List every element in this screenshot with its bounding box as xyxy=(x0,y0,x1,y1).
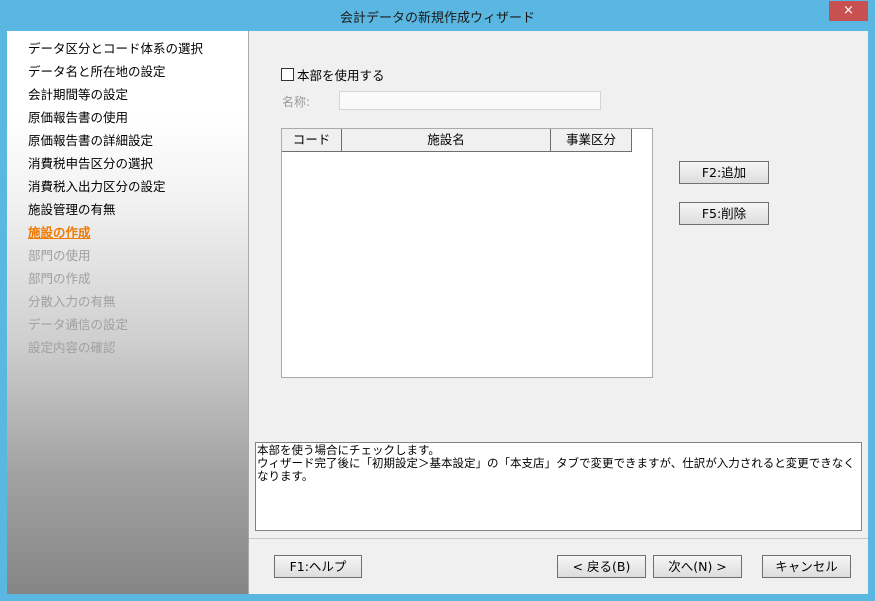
step-item: 消費税入出力区分の設定 xyxy=(28,179,166,194)
wizard-main-panel: 本部を使用する 名称: コード 施設名 事業区分 F2:追加 F5:削除 本部を… xyxy=(249,31,868,594)
cancel-button[interactable]: キャンセル xyxy=(762,555,851,578)
step-item: 部門の作成 xyxy=(28,271,91,286)
step-item: データ通信の設定 xyxy=(28,317,129,332)
step-item: データ区分とコード体系の選択 xyxy=(28,41,204,56)
close-icon: × xyxy=(843,3,854,18)
step-item: 部門の使用 xyxy=(28,248,91,263)
wizard-client-area: データ区分とコード体系の選択 データ名と所在地の設定 会計期間等の設定 原価報告書の使… xyxy=(7,31,868,594)
name-label: 名称: xyxy=(282,95,311,109)
next-button[interactable]: 次へ(N) > xyxy=(653,555,742,578)
step-item: 分散入力の有無 xyxy=(28,294,116,309)
help-description-box: 本部を使う場合にチェックします。 ウィザード完了後に「初期設定＞基本設定」の「本… xyxy=(255,442,862,531)
close-button[interactable]: × xyxy=(829,1,868,21)
checkbox-box[interactable] xyxy=(281,67,294,81)
delete-button[interactable]: F5:削除 xyxy=(679,202,769,225)
use-hq-label: 本部を使用する xyxy=(297,67,385,83)
window-title: 会計データの新規作成ウィザード xyxy=(339,11,535,26)
title-bar[interactable]: 会計データの新規作成ウィザード × xyxy=(0,0,875,31)
step-item: 会計期間等の設定 xyxy=(28,87,129,102)
step-item: データ名と所在地の設定 xyxy=(28,64,166,79)
step-item: 施設管理の有無 xyxy=(28,202,116,217)
step-item: 原価報告書の使用 xyxy=(28,110,129,125)
help-button[interactable]: F1:ヘルプ xyxy=(274,555,362,578)
step-item: 消費税申告区分の選択 xyxy=(28,156,154,171)
wizard-window: 会計データの新規作成ウィザード × データ区分とコード体系の選択 データ名と所在地… xyxy=(0,0,875,601)
add-button[interactable]: F2:追加 xyxy=(679,161,769,184)
facility-table[interactable]: コード 施設名 事業区分 xyxy=(281,128,653,378)
step-item: 施設の作成 xyxy=(28,225,91,240)
help-line-2: ウィザード完了後に「初期設定＞基本設定」の「本支店」タブで変更できますが、仕訳が… xyxy=(257,456,855,483)
step-item: 原価報告書の詳細設定 xyxy=(28,133,154,148)
column-header-code[interactable]: コード xyxy=(282,129,342,152)
use-hq-checkbox[interactable]: 本部を使用する xyxy=(281,66,385,83)
column-header-facility-name[interactable]: 施設名 xyxy=(342,129,551,152)
column-header-business-category[interactable]: 事業区分 xyxy=(551,129,632,152)
back-button[interactable]: < 戻る(B) xyxy=(557,555,646,578)
step-sidebar: データ区分とコード体系の選択 データ名と所在地の設定 会計期間等の設定 原価報告書の使… xyxy=(7,31,249,594)
footer-divider xyxy=(249,538,868,539)
name-field[interactable] xyxy=(339,91,601,110)
step-item: 設定内容の確認 xyxy=(28,340,116,355)
